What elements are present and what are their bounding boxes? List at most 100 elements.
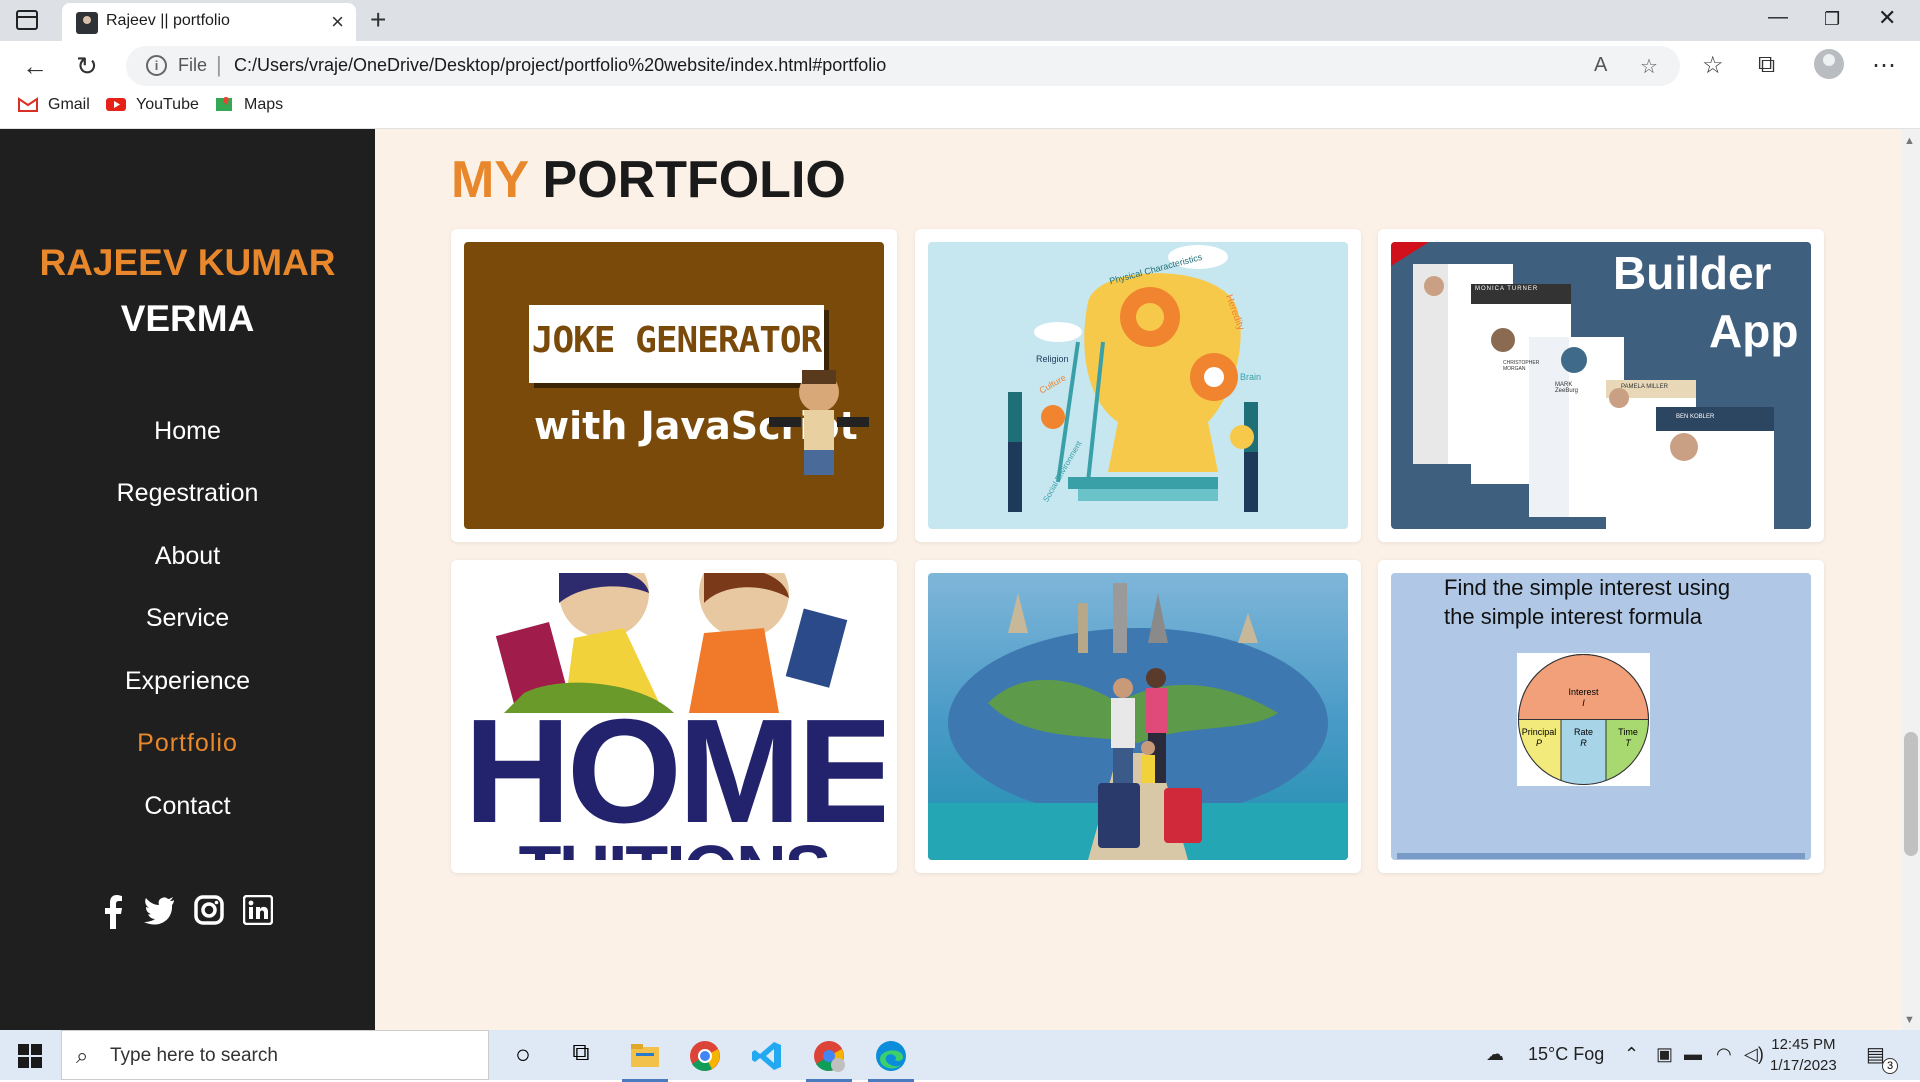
tab-strip: Rajeev || portfolio × + — ❐ ✕ (0, 0, 1920, 41)
brain-illustration (1008, 245, 1258, 512)
tuitions-label: TUITIONS (464, 835, 884, 860)
joke-generator-thumbnail: JOKE GENERATOR with JavaScript (464, 242, 884, 529)
window-close-icon[interactable]: ✕ (1878, 5, 1896, 31)
portfolio-card-resume-builder[interactable]: Builder App MONICA TURNER CHRISTOPHER MO… (1378, 229, 1824, 542)
windows-start-icon[interactable] (18, 1044, 42, 1068)
minimize-icon[interactable]: — (1768, 6, 1788, 29)
portfolio-card-joke-generator[interactable]: JOKE GENERATOR with JavaScript (451, 229, 897, 542)
thumbnail-bottom-bar (1397, 853, 1805, 859)
task-view-icon[interactable]: ⧉ (564, 1039, 598, 1073)
home-tuitions-thumbnail: HOME TUITIONS (464, 573, 884, 860)
sidebar: RAJEEV KUMAR VERMA Home Regestration Abo… (0, 129, 375, 1030)
rate-label: Rate (1573, 727, 1593, 737)
nav-portfolio[interactable]: Portfolio (0, 729, 375, 758)
scrollbar-track[interactable] (1902, 129, 1920, 1030)
time-symbol: T (1625, 738, 1631, 748)
gmail-icon (18, 96, 38, 112)
tab-favicon (76, 12, 98, 34)
resume-builder-thumbnail: Builder App MONICA TURNER CHRISTOPHER MO… (1391, 242, 1811, 529)
twitter-icon[interactable] (143, 895, 175, 933)
time-label: Time (1618, 727, 1638, 737)
vscode-icon[interactable] (750, 1039, 784, 1073)
weather-text[interactable]: 15°C Fog (1528, 1044, 1604, 1065)
search-icon: ⌕ (76, 1043, 89, 1068)
interest-label: Interest (1568, 687, 1599, 697)
resume-name-2: CHRISTOPHER MORGAN (1503, 360, 1540, 372)
add-favorite-icon[interactable]: ☆ (1640, 54, 1658, 79)
browser-tab[interactable]: Rajeev || portfolio × (62, 3, 356, 41)
nav-regestration[interactable]: Regestration (0, 479, 375, 508)
taskbar-search[interactable]: ⌕ Type here to search (61, 1030, 489, 1080)
travel-thumbnail (928, 573, 1348, 860)
home-label: HOME (464, 689, 884, 854)
resume-name-5: BEN KOBLER (1676, 414, 1715, 420)
scrollbar-thumb[interactable] (1904, 732, 1918, 856)
clock[interactable]: 12:45 PM 1/17/2023 (1770, 1034, 1837, 1076)
volume-icon[interactable]: ◁) (1744, 1044, 1764, 1065)
principal-label: Principal (1521, 727, 1557, 737)
instagram-icon[interactable] (194, 895, 224, 933)
edge-icon[interactable] (868, 1039, 914, 1082)
wifi-icon[interactable]: ◠ (1716, 1044, 1732, 1065)
interest-symbol: I (1582, 698, 1585, 708)
address-prefix: File (178, 55, 208, 75)
refresh-icon[interactable]: ↻ (76, 51, 98, 82)
word-religion: Religion (1036, 354, 1069, 364)
browser-toolbar: ← ↻ i File | C:/Users/vraje/OneDrive/Des… (0, 41, 1920, 129)
scroll-down-icon[interactable]: ▼ (1904, 1014, 1915, 1026)
nav-contact[interactable]: Contact (0, 792, 375, 821)
resume-name-3: MARK ZeeBurg (1555, 382, 1579, 394)
travel-globe-illustration (928, 583, 1348, 860)
profile-avatar[interactable] (1814, 49, 1844, 79)
portfolio-card-home-tuitions[interactable]: HOME TUITIONS (451, 560, 897, 873)
search-placeholder: Type here to search (110, 1045, 278, 1066)
chrome-profile-icon[interactable] (806, 1039, 852, 1082)
portfolio-card-travel[interactable] (915, 560, 1361, 873)
tab-actions-icon[interactable] (16, 10, 38, 30)
nav-service[interactable]: Service (0, 604, 375, 633)
battery-icon[interactable]: ▬ (1684, 1044, 1702, 1065)
tab-close-icon[interactable]: × (331, 9, 344, 35)
nav-home[interactable]: Home (0, 417, 375, 446)
bookmark-maps[interactable]: Maps (214, 96, 283, 114)
maps-icon (214, 96, 234, 112)
principal-symbol: P (1535, 738, 1542, 748)
resume-name-4: PAMELA MILLER (1621, 384, 1668, 390)
new-tab-icon[interactable]: + (370, 4, 386, 36)
bookmark-gmail[interactable]: Gmail (18, 96, 90, 114)
youtube-icon (106, 96, 126, 112)
favorites-icon[interactable]: ☆ (1702, 51, 1724, 80)
nav-experience[interactable]: Experience (0, 667, 375, 696)
url-text[interactable]: C:/Users/vraje/OneDrive/Desktop/project/… (234, 55, 886, 76)
facebook-icon[interactable] (103, 895, 123, 937)
brain-thumbnail: Physical Characteristics Heredity Religi… (928, 242, 1348, 529)
tray-chevron-icon[interactable]: ⌃ (1624, 1044, 1639, 1065)
address-separator: | (216, 52, 222, 77)
clock-time: 12:45 PM (1771, 1036, 1836, 1053)
cortana-icon[interactable]: ○ (506, 1039, 540, 1073)
file-explorer-icon[interactable] (622, 1039, 668, 1082)
nav-about[interactable]: About (0, 542, 375, 571)
portfolio-heading: MY PORTFOLIO (451, 151, 846, 209)
collections-icon[interactable]: ⧉ (1758, 51, 1775, 79)
weather-icon[interactable]: ☁ (1486, 1044, 1504, 1065)
clock-date: 1/17/2023 (1770, 1057, 1837, 1074)
site-brand: RAJEEV KUMAR VERMA (0, 235, 375, 347)
word-brain: Brain (1240, 372, 1262, 382)
back-icon[interactable]: ← (22, 51, 48, 82)
info-icon[interactable]: i (146, 55, 167, 76)
chrome-icon[interactable] (688, 1039, 722, 1073)
taskbar: ⌕ Type here to search ○ ⧉ ☁ 15°C Fog ⌃ ▣… (0, 1030, 1920, 1082)
restore-icon[interactable]: ❐ (1824, 9, 1840, 30)
bookmark-youtube[interactable]: YouTube (106, 96, 199, 114)
linkedin-icon[interactable] (242, 894, 274, 933)
app-label: App (1709, 305, 1799, 357)
simple-interest-thumbnail: Find the simple interest using the simpl… (1391, 573, 1811, 860)
address-bar[interactable]: i File | C:/Users/vraje/OneDrive/Desktop… (126, 46, 1680, 86)
read-aloud-icon[interactable]: A (1594, 54, 1607, 77)
portfolio-card-brain[interactable]: Physical Characteristics Heredity Religi… (915, 229, 1361, 542)
more-menu-icon[interactable]: ⋯ (1872, 51, 1896, 80)
meet-now-icon[interactable]: ▣ (1656, 1044, 1673, 1065)
scroll-up-icon[interactable]: ▲ (1904, 135, 1915, 147)
portfolio-card-simple-interest[interactable]: Find the simple interest using the simpl… (1378, 560, 1824, 873)
